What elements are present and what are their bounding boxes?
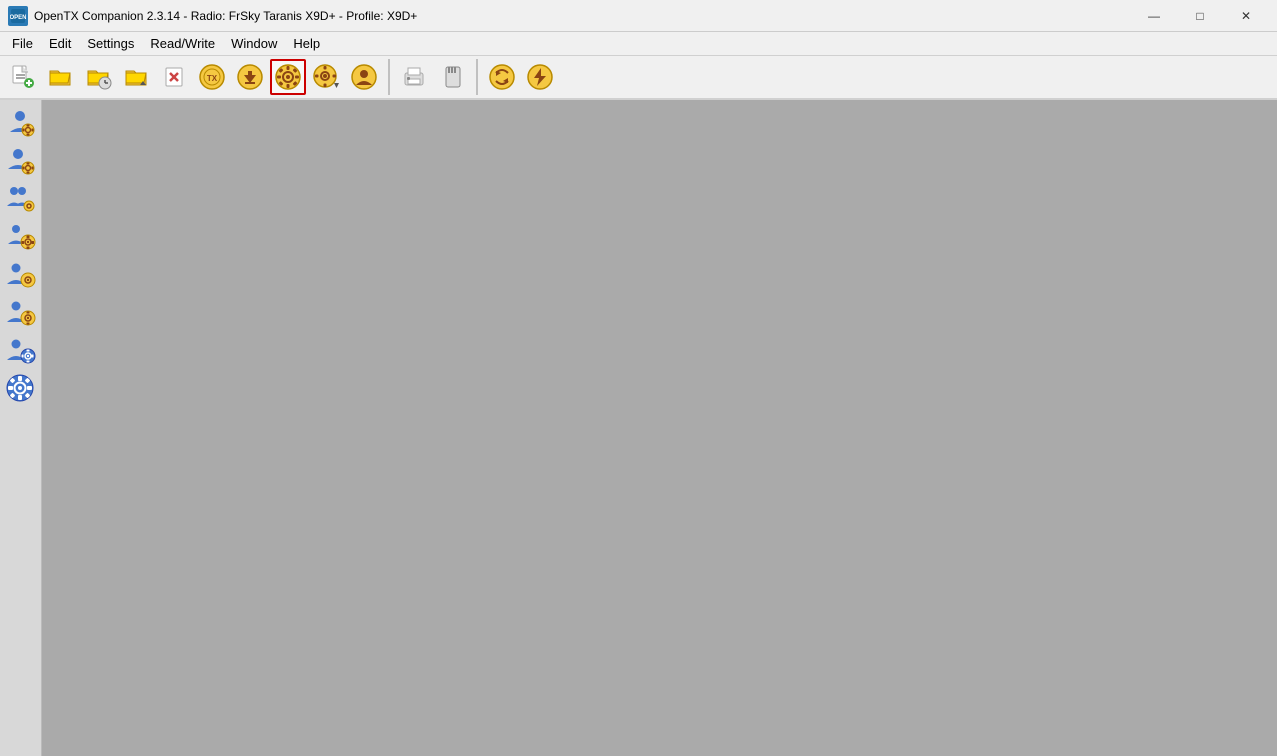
sidebar-model4-button[interactable]	[2, 218, 38, 254]
menu-edit[interactable]: Edit	[41, 32, 79, 55]
sidebar-model5-button[interactable]	[2, 256, 38, 292]
sidebar	[0, 100, 42, 756]
app-icon: OPEN	[8, 6, 28, 26]
svg-text:TX: TX	[207, 74, 218, 83]
print-button[interactable]	[396, 59, 432, 95]
menu-help[interactable]: Help	[285, 32, 328, 55]
title-bar: OPEN OpenTX Companion 2.3.14 - Radio: Fr…	[0, 0, 1277, 32]
open-button[interactable]	[42, 59, 78, 95]
sdcard-button[interactable]	[434, 59, 470, 95]
menu-settings[interactable]: Settings	[79, 32, 142, 55]
main-content	[42, 100, 1277, 756]
profile-button[interactable]	[346, 59, 382, 95]
sidebar-model8-button[interactable]	[2, 370, 38, 406]
download-button[interactable]	[232, 59, 268, 95]
menu-readwrite[interactable]: Read/Write	[142, 32, 223, 55]
opentx-logo-button[interactable]: TX	[194, 59, 230, 95]
flash-button[interactable]	[522, 59, 558, 95]
radio-settings-button[interactable]	[308, 59, 344, 95]
sidebar-model3-button[interactable]	[2, 180, 38, 216]
new-button[interactable]	[4, 59, 40, 95]
sidebar-model2-button[interactable]	[2, 142, 38, 178]
sidebar-model7-button[interactable]	[2, 332, 38, 368]
recent-button[interactable]	[80, 59, 116, 95]
sync-button[interactable]	[484, 59, 520, 95]
close-file-button[interactable]	[156, 59, 192, 95]
sidebar-model6-button[interactable]	[2, 294, 38, 330]
save-button[interactable]	[118, 59, 154, 95]
window-title: OpenTX Companion 2.3.14 - Radio: FrSky T…	[34, 9, 1131, 23]
minimize-button[interactable]: —	[1131, 0, 1177, 32]
svg-text:OPEN: OPEN	[10, 15, 26, 21]
toolbar: TX	[0, 56, 1277, 100]
toolbar-separator-2	[476, 59, 478, 95]
menu-file[interactable]: File	[4, 32, 41, 55]
menu-window[interactable]: Window	[223, 32, 285, 55]
toolbar-separator-1	[388, 59, 390, 95]
close-button[interactable]: ✕	[1223, 0, 1269, 32]
window-controls: — □ ✕	[1131, 0, 1269, 32]
maximize-button[interactable]: □	[1177, 0, 1223, 32]
menu-bar: File Edit Settings Read/Write Window Hel…	[0, 32, 1277, 56]
settings-gear-button[interactable]	[270, 59, 306, 95]
sidebar-model1-button[interactable]	[2, 104, 38, 140]
